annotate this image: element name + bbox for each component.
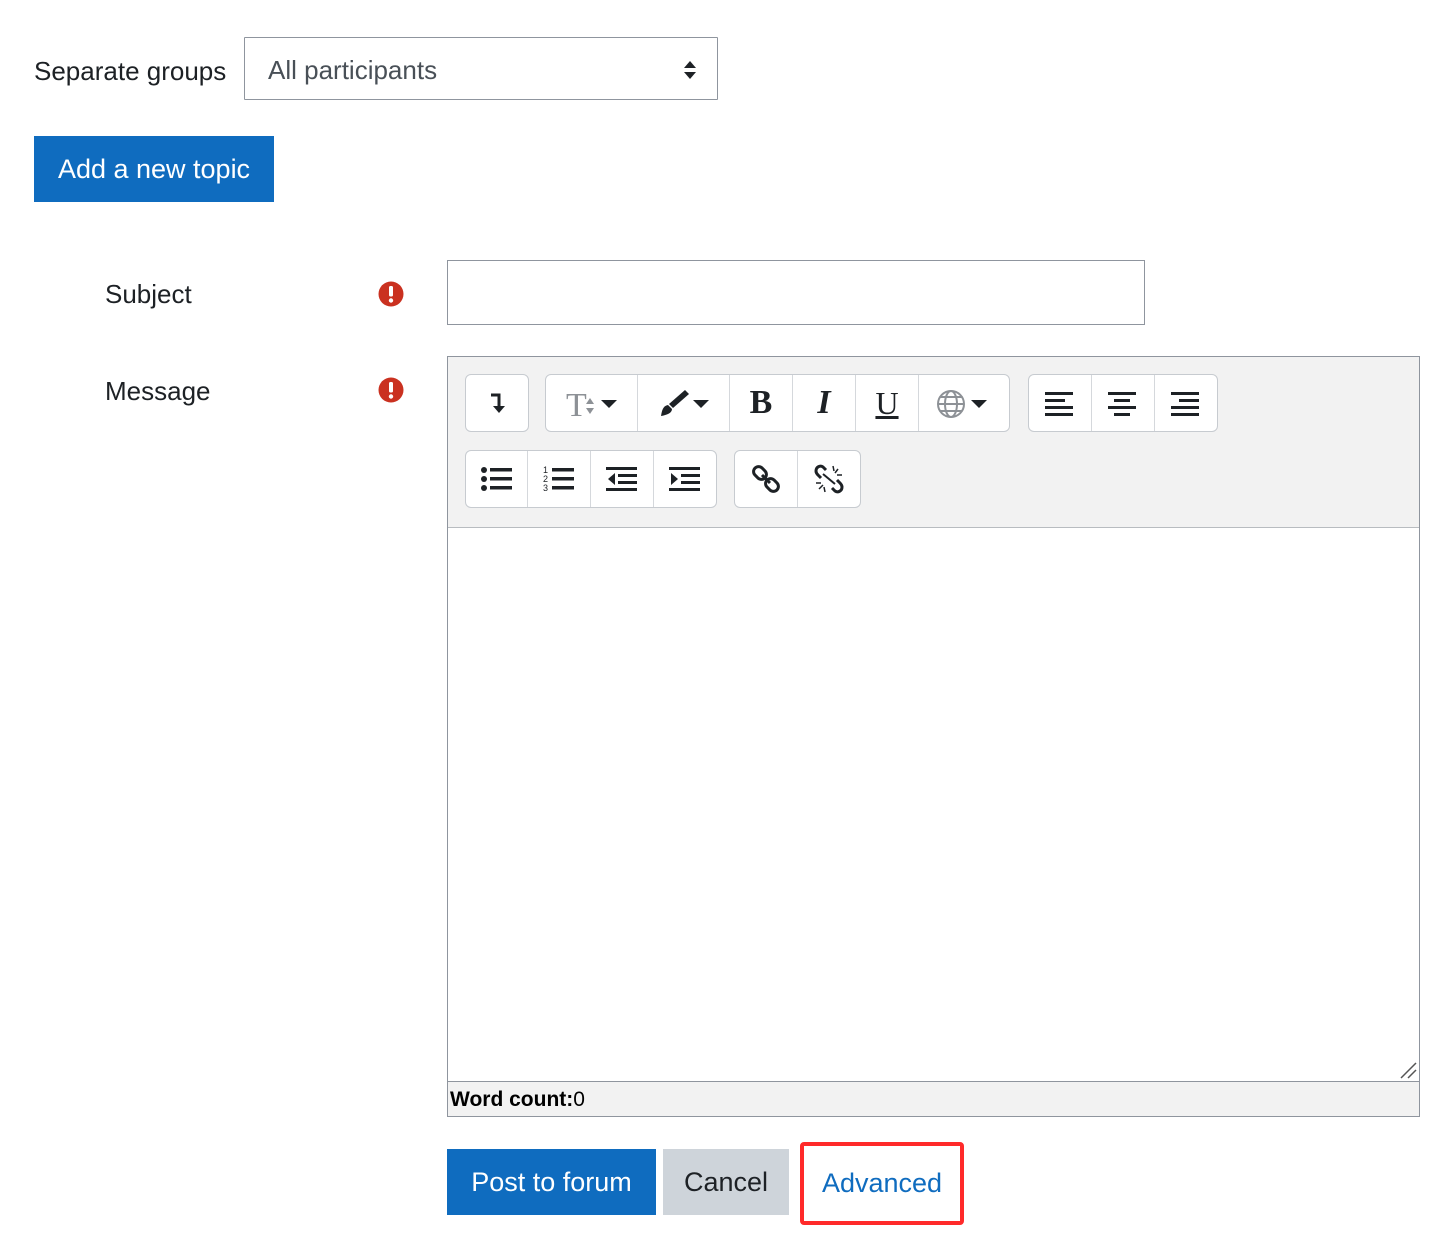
svg-text:3: 3 xyxy=(543,483,548,493)
paintbrush-icon xyxy=(660,390,709,416)
bullet-list-icon xyxy=(480,467,512,491)
advanced-button[interactable]: Advanced xyxy=(800,1142,964,1225)
word-count: Word count:0 xyxy=(450,1085,585,1115)
outdent-button[interactable] xyxy=(591,451,654,507)
numbered-list-icon: 1 2 3 xyxy=(543,465,574,493)
add-new-topic-button[interactable]: Add a new topic xyxy=(34,136,274,202)
editor-toolbar: T B I U 1 2 3 xyxy=(448,357,1419,528)
word-count-value: 0 xyxy=(573,1088,585,1111)
align-right-icon xyxy=(1171,392,1199,416)
unlink-icon xyxy=(814,464,844,494)
cancel-button[interactable]: Cancel xyxy=(663,1149,789,1215)
align-left-button[interactable] xyxy=(1029,375,1092,431)
svg-text:T: T xyxy=(566,387,587,420)
globe-icon xyxy=(937,390,987,418)
underline-button[interactable]: U xyxy=(856,375,919,431)
resize-handle-icon[interactable] xyxy=(1399,1061,1417,1079)
show-more-icon xyxy=(491,393,505,413)
text-color-button[interactable] xyxy=(638,375,730,431)
message-content-area[interactable] xyxy=(448,528,1419,1082)
toolbar-group-align xyxy=(1028,374,1218,432)
underline-icon: U xyxy=(875,384,899,421)
group-select-value: All participants xyxy=(268,55,438,85)
required-icon xyxy=(378,377,404,403)
group-select[interactable]: All participants xyxy=(244,37,718,100)
align-left-icon xyxy=(1045,392,1073,416)
separate-groups-label: Separate groups xyxy=(34,56,227,86)
collapse-toolbar-button[interactable] xyxy=(466,375,528,431)
subject-label: Subject xyxy=(105,279,192,309)
toolbar-group-collapse xyxy=(465,374,529,432)
italic-button[interactable]: I xyxy=(793,375,856,431)
toolbar-group-links xyxy=(734,450,861,508)
message-label: Message xyxy=(105,376,211,406)
post-to-forum-button[interactable]: Post to forum xyxy=(447,1149,656,1215)
align-center-icon xyxy=(1108,392,1136,416)
ordered-list-button[interactable]: 1 2 3 xyxy=(528,451,591,507)
toolbar-group-style: T B I U xyxy=(545,374,1010,432)
indent-button[interactable] xyxy=(654,451,716,507)
indent-icon xyxy=(669,467,700,491)
align-center-button[interactable] xyxy=(1092,375,1155,431)
language-button[interactable] xyxy=(919,375,1009,431)
unlink-button[interactable] xyxy=(798,451,860,507)
align-right-button[interactable] xyxy=(1155,375,1217,431)
outdent-icon xyxy=(606,467,637,491)
bold-icon: B xyxy=(749,384,773,421)
text-style-icon: T xyxy=(566,387,617,420)
select-arrows-icon xyxy=(684,61,696,79)
subject-input[interactable] xyxy=(447,260,1145,325)
italic-icon: I xyxy=(817,384,831,421)
word-count-label: Word count: xyxy=(450,1088,574,1111)
toolbar-group-lists: 1 2 3 xyxy=(465,450,717,508)
message-editor: T B I U 1 2 3 Word count:0 xyxy=(447,356,1420,1117)
required-icon xyxy=(378,281,404,307)
unordered-list-button[interactable] xyxy=(466,451,528,507)
link-button[interactable] xyxy=(735,451,798,507)
bold-button[interactable]: B xyxy=(730,375,793,431)
link-icon xyxy=(752,465,780,493)
paragraph-styles-button[interactable]: T xyxy=(546,375,638,431)
